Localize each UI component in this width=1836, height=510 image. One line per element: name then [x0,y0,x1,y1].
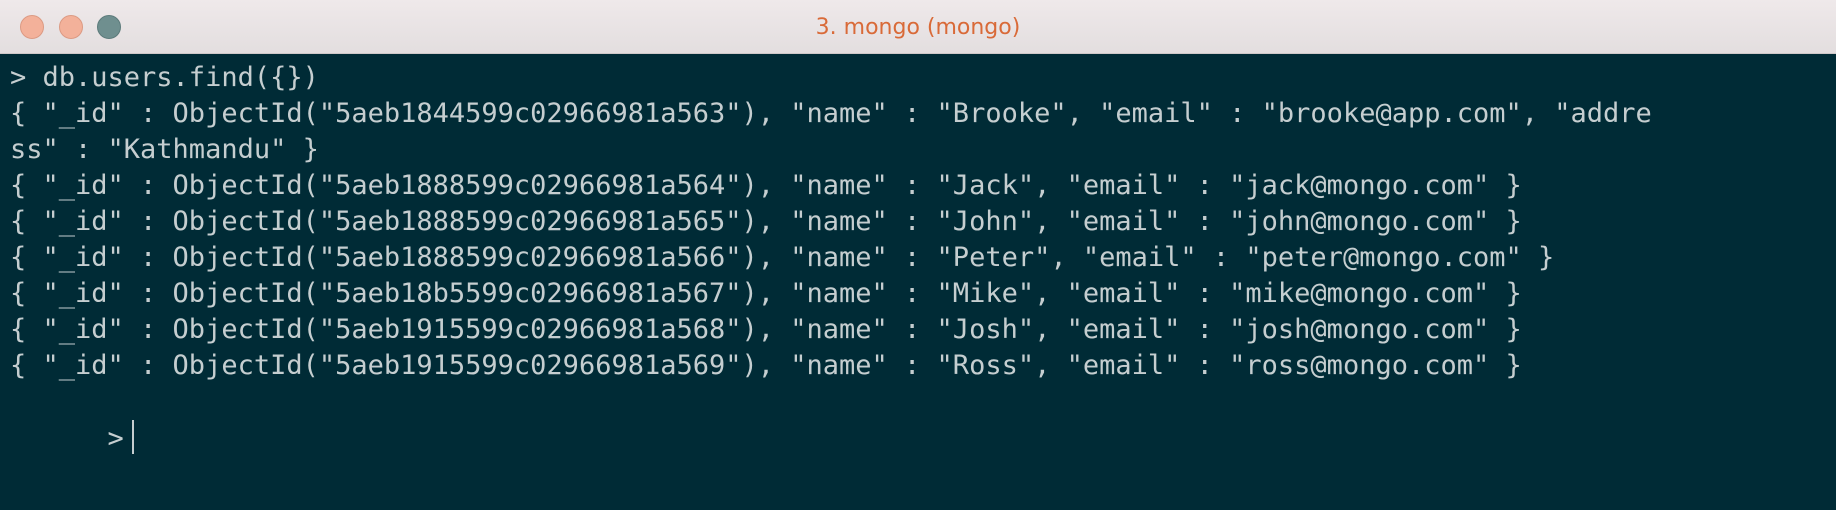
output-line: { "_id" : ObjectId("5aeb1915599c02966981… [10,350,1522,381]
input-prompt-line[interactable]: > [10,384,1836,454]
terminal-window: 3. mongo (mongo) > db.users.find({}) { "… [0,0,1836,510]
window-title: 3. mongo (mongo) [815,15,1021,40]
text-cursor [131,420,134,454]
prompt-symbol: > [107,423,124,454]
output-line: { "_id" : ObjectId("5aeb1888599c02966981… [10,170,1522,201]
output-line: { "_id" : ObjectId("5aeb1888599c02966981… [10,242,1555,273]
command-line: > db.users.find({}) [10,62,319,93]
output-line: { "_id" : ObjectId("5aeb1888599c02966981… [10,206,1522,237]
output-line: { "_id" : ObjectId("5aeb18b5599c02966981… [10,278,1522,309]
title-bar[interactable]: 3. mongo (mongo) [0,0,1836,54]
output-line: { "_id" : ObjectId("5aeb1844599c02966981… [10,98,1652,129]
output-line: ss" : "Kathmandu" } [10,134,319,165]
output-line: { "_id" : ObjectId("5aeb1915599c02966981… [10,314,1522,345]
terminal-output[interactable]: > db.users.find({}) { "_id" : ObjectId("… [0,54,1836,510]
